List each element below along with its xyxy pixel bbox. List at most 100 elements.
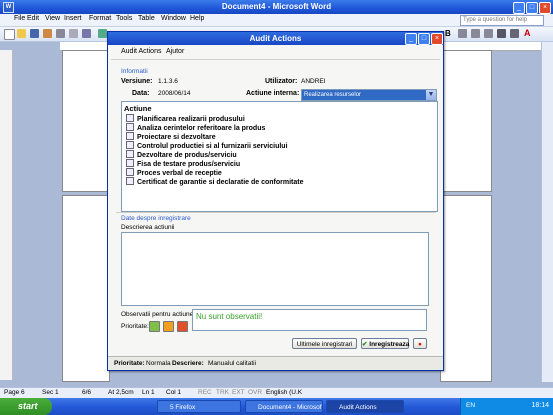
dialog-menu-ajutor[interactable]: Ajutor	[166, 48, 184, 55]
justify-icon[interactable]	[497, 29, 506, 38]
list-item-label: Dezvoltare de produs/serviciu	[137, 152, 237, 159]
list-item[interactable]: Analiza cerintelor referitoare la produs	[126, 123, 265, 132]
status-sec: Sec 1	[42, 389, 59, 396]
new-icon[interactable]	[4, 29, 15, 40]
bold-icon[interactable]: B	[445, 29, 451, 38]
descriere-textarea[interactable]	[121, 232, 429, 306]
list-item[interactable]: Fisa de testare produs/serviciu	[126, 159, 240, 168]
actions-list[interactable]: Actiune Planificarea realizarii produsul…	[121, 101, 438, 212]
save-icon[interactable]	[30, 29, 39, 38]
align-left-icon[interactable]	[458, 29, 467, 38]
actiune-interna-select[interactable]: Realizarea resurselor ▼	[301, 89, 437, 101]
dialog-title: Audit Actions	[249, 34, 302, 43]
inregistreaza-label: Inregistreaza	[369, 341, 410, 348]
versiune-value: 1.1.3.6	[158, 78, 178, 85]
list-item-label: Proces verbal de receptie	[137, 170, 222, 177]
open-icon[interactable]	[17, 29, 26, 38]
maximize-icon[interactable]: □	[526, 2, 538, 14]
ultimele-inregistrari-label: Ultimele inregistrari	[296, 341, 353, 348]
ultimele-inregistrari-button[interactable]: Ultimele inregistrari	[292, 338, 357, 349]
menu-edit[interactable]: Edit	[27, 15, 39, 22]
dialog-minimize-icon[interactable]: _	[405, 33, 417, 45]
menu-view[interactable]: View	[45, 15, 60, 22]
data-label: Data:	[132, 90, 150, 97]
list-item-label: Planificarea realizarii produsului	[137, 116, 245, 123]
divider	[116, 212, 436, 213]
document-icon	[126, 141, 134, 149]
spelling-icon[interactable]	[98, 29, 107, 38]
priority-normal-icon[interactable]	[163, 321, 174, 332]
print-preview-icon[interactable]	[82, 29, 91, 38]
menu-help[interactable]: Help	[190, 15, 204, 22]
divider	[111, 59, 440, 60]
menu-table[interactable]: Table	[138, 15, 155, 22]
section-date-inregistrare: Date despre inregistrare	[121, 215, 191, 222]
prioritate-label: Prioritate:	[121, 323, 149, 330]
permission-icon[interactable]	[43, 29, 52, 38]
list-item-label: Certificat de garantie si declaratie de …	[137, 179, 304, 186]
dialog-status-bar: Prioritate: Normala Descriere: Manualul …	[108, 356, 443, 370]
list-item[interactable]: Certificat de garantie si declaratie de …	[126, 177, 304, 186]
list-item[interactable]: Controlul productiei si al furnizarii se…	[126, 141, 288, 150]
priority-low-icon[interactable]	[149, 321, 160, 332]
document-icon	[126, 114, 134, 122]
task-word[interactable]: Document4 - Microsof...	[245, 400, 323, 413]
list-item-label: Fisa de testare produs/serviciu	[137, 161, 241, 168]
status-descriere-value: Manualul calitatii	[208, 360, 257, 367]
border-icon[interactable]	[510, 29, 519, 38]
email-icon[interactable]	[56, 29, 65, 38]
cancel-button[interactable]: ●	[413, 338, 427, 349]
vertical-scrollbar[interactable]	[541, 42, 553, 382]
tray-lang[interactable]: EN	[466, 402, 475, 409]
task-audit-actions[interactable]: Audit Actions	[326, 400, 404, 413]
cancel-icon: ●	[418, 341, 422, 348]
print-icon[interactable]	[69, 29, 78, 38]
observatii-label: Observatii pentru actiune:	[121, 311, 196, 318]
status-ovr[interactable]: OVR	[248, 389, 262, 396]
menu-file[interactable]: File	[14, 15, 25, 22]
versiune-label: Versiune:	[121, 78, 153, 85]
list-item[interactable]: Planificarea realizarii produsului	[126, 114, 245, 123]
status-ext[interactable]: EXT	[232, 389, 245, 396]
help-search-input[interactable]: Type a question for help	[460, 15, 544, 26]
align-right-icon[interactable]	[484, 29, 493, 38]
document-icon	[126, 150, 134, 158]
status-at: At 2,5cm	[108, 389, 134, 396]
word-status-bar: Page 6 Sec 1 6/6 At 2,5cm Ln 1 Col 1 REC…	[0, 387, 553, 398]
document-icon	[126, 159, 134, 167]
minimize-icon[interactable]: _	[513, 2, 525, 14]
dialog-close-icon[interactable]: ×	[431, 33, 443, 45]
font-color-icon[interactable]: A	[524, 28, 531, 38]
list-item[interactable]: Proiectare si dezvoltare	[126, 132, 216, 141]
status-col: Col 1	[166, 389, 182, 396]
task-firefox[interactable]: 5 Firefox	[157, 400, 241, 413]
priority-high-icon[interactable]	[177, 321, 188, 332]
chevron-down-icon[interactable]: ▼	[426, 90, 436, 100]
close-icon[interactable]: ×	[539, 2, 551, 14]
descriere-label: Descrierea actiunii	[121, 224, 175, 231]
status-pages: 6/6	[82, 389, 92, 396]
inregistreaza-button[interactable]: ✔ Inregistreaza	[361, 338, 409, 349]
utilizator-label: Utilizator:	[265, 78, 298, 85]
align-center-icon[interactable]	[471, 29, 480, 38]
document-icon	[126, 132, 134, 140]
list-header: Actiune	[124, 104, 152, 113]
menu-tools[interactable]: Tools	[116, 15, 132, 22]
observatii-field[interactable]: Nu sunt observatii!	[192, 309, 427, 331]
status-prioritate-label: Prioritate:	[114, 360, 145, 367]
status-rec[interactable]: REC	[198, 389, 212, 396]
data-value: 2008/06/14	[158, 90, 191, 97]
document-icon	[126, 177, 134, 185]
dialog-maximize-icon[interactable]: □	[418, 33, 430, 45]
document-page-upper-right	[440, 50, 492, 192]
menu-window[interactable]: Window	[161, 15, 186, 22]
menu-format[interactable]: Format	[89, 15, 111, 22]
list-item[interactable]: Dezvoltare de produs/serviciu	[126, 150, 237, 159]
dialog-menu-audit-actions[interactable]: Audit Actions	[121, 48, 161, 55]
status-trk[interactable]: TRK	[216, 389, 229, 396]
vertical-ruler	[0, 50, 13, 380]
list-item[interactable]: Proces verbal de receptie	[126, 168, 222, 177]
section-informatii: Informatii	[121, 68, 148, 75]
menu-insert[interactable]: Insert	[64, 15, 82, 22]
start-button[interactable]: start	[0, 398, 52, 415]
